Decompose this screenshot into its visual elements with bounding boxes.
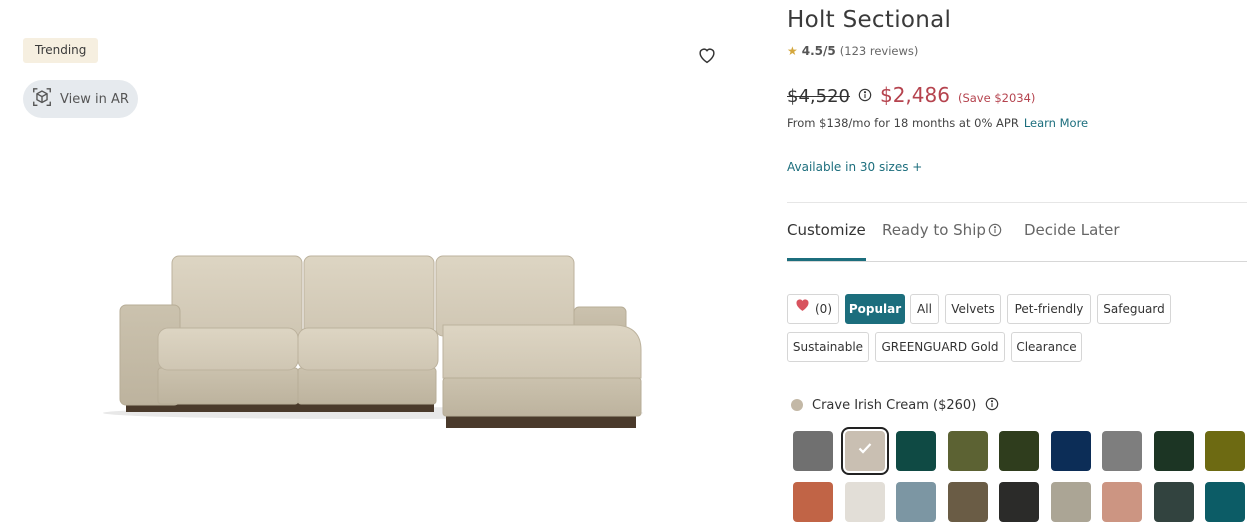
fabric-swatch[interactable] [1205,482,1245,522]
financing-text: From $138/mo for 18 months at 0% APR Lear… [787,116,1088,130]
filter-chip-clearance[interactable]: Clearance [1011,332,1082,362]
fabric-swatch[interactable] [1050,482,1091,522]
tab-ready-to-ship[interactable]: Ready to Ship [882,221,1002,239]
selected-fabric-label: Crave Irish Cream ($260) [791,397,999,413]
sale-price: $2,486 [879,83,950,107]
tab-customize[interactable]: Customize [787,221,866,239]
tab-decide-later[interactable]: Decide Later [1024,221,1120,239]
filter-chip-sustainable[interactable]: Sustainable [787,332,869,362]
filter-chip-velvets[interactable]: Velvets [945,294,1001,324]
fabric-swatch[interactable] [999,431,1039,471]
fabric-swatch[interactable] [999,482,1039,522]
fabric-swatch[interactable] [1205,431,1245,471]
product-details: Holt Sectional ★ 4.5/5 (123 reviews) $4,… [787,0,1247,525]
info-icon[interactable] [858,87,872,102]
active-tab-indicator [787,258,866,261]
info-icon[interactable] [988,223,1002,237]
product-gallery: Trending View in AR [0,0,760,525]
available-sizes-link[interactable]: Available in 30 sizes + [787,160,922,174]
info-icon[interactable] [985,397,999,413]
product-title: Holt Sectional [787,7,952,33]
trending-badge: Trending [23,38,99,63]
learn-more-link[interactable]: Learn More [1024,116,1088,130]
fabric-swatch[interactable] [1102,482,1142,522]
product-rating[interactable]: ★ 4.5/5 (123 reviews) [787,44,918,58]
fabric-swatch[interactable] [1153,431,1194,471]
review-count: (123 reviews) [839,44,919,58]
fabric-swatch[interactable] [793,431,833,471]
price-row: $4,520 $2,486 (Save $2034) [787,83,1035,107]
filter-chip-all[interactable]: All [910,294,939,324]
filter-chip-pet-friendly[interactable]: Pet-friendly [1007,294,1091,324]
favorite-heart-icon[interactable] [696,44,718,66]
favorites-count: (0) [815,302,832,316]
filter-chip-greenguard-gold[interactable]: GREENGUARD Gold [875,332,1005,362]
original-price: $4,520 [787,86,850,107]
checkmark-icon [857,440,873,456]
fabric-swatch[interactable] [1153,482,1194,522]
fabric-swatch[interactable] [947,482,988,522]
selected-fabric-dot [791,399,803,411]
fabric-swatch[interactable] [1050,431,1091,471]
fabric-swatch[interactable] [793,482,833,522]
purchase-tabs: Customize Ready to Ship Decide Later [787,218,1247,262]
ar-label: View in AR [60,91,129,107]
fabric-swatch[interactable] [896,431,936,471]
fabric-swatch-selected[interactable] [840,427,889,475]
tab-ready-to-ship-label: Ready to Ship [882,221,986,239]
savings-amount: (Save $2034) [957,91,1036,105]
fabric-swatch[interactable] [844,482,885,522]
fabric-swatch[interactable] [947,431,988,471]
sectional-sofa-image [103,255,643,428]
fabric-swatch[interactable] [896,482,936,522]
view-in-ar-button[interactable]: View in AR [23,80,138,118]
financing-terms: From $138/mo for 18 months at 0% APR [787,116,1019,130]
favorites-filter-chip[interactable]: (0) [787,294,839,324]
fabric-swatch[interactable] [1102,431,1142,471]
selected-fabric-name: Crave Irish Cream ($260) [812,397,977,413]
divider [787,202,1247,203]
filter-chip-safeguard[interactable]: Safeguard [1097,294,1171,324]
ar-cube-icon [31,86,53,112]
star-icon: ★ [787,44,798,58]
heart-icon [794,295,811,323]
rating-score: 4.5/5 [801,44,836,58]
filter-chip-popular[interactable]: Popular [845,294,905,324]
